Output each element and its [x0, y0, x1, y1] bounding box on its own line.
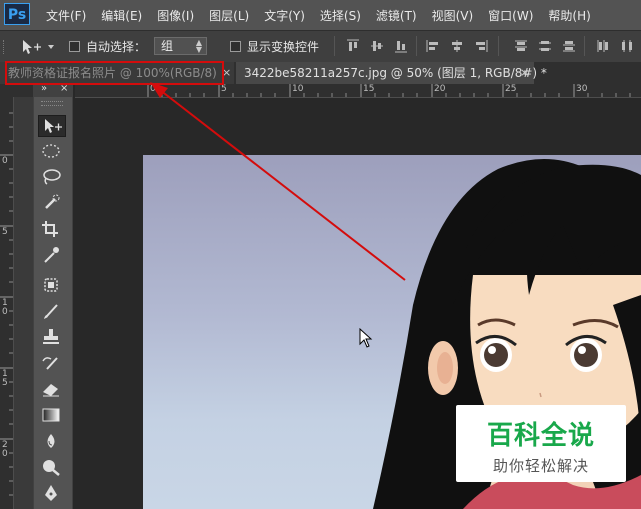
watermark-subtitle: 助你轻松解决 [492, 457, 589, 475]
menu-window[interactable]: 窗口(W) [488, 7, 533, 24]
blur-icon [47, 434, 55, 448]
auto-select-dropdown[interactable]: 组 ▲ ▼ [154, 37, 207, 55]
dodge-icon [43, 460, 60, 476]
tools-panel-header[interactable]: » × [34, 83, 72, 97]
move-tool-preset-icon[interactable] [20, 38, 44, 56]
align-left-icon[interactable] [426, 39, 440, 53]
pen-icon [45, 485, 57, 501]
tab-2-close-icon[interactable]: × [520, 66, 529, 79]
distribute-left-icon[interactable] [596, 39, 610, 53]
ruler-label: 2 0 [2, 440, 8, 459]
lasso-icon [43, 169, 61, 185]
preset-dropdown-arrow-icon[interactable] [48, 45, 54, 49]
distribute-top-icon[interactable] [514, 39, 528, 53]
move-tool-icon [45, 119, 62, 133]
distribute-vcenter-icon[interactable] [538, 39, 552, 53]
ruler-label: 1 5 [2, 369, 8, 388]
tab-label: 3422be58211a257c.jpg @ 50% (图层 1, RGB/8#… [244, 66, 547, 80]
eyedropper-tool[interactable] [38, 245, 66, 267]
lasso-tool[interactable] [38, 167, 66, 189]
ruler-label: 10 [292, 84, 304, 94]
panel-gutter [14, 97, 33, 509]
menu-file[interactable]: 文件(F) [46, 7, 86, 24]
history-brush-icon [42, 357, 58, 370]
gradient-tool[interactable] [38, 405, 66, 427]
distribute-hcenter-icon[interactable] [620, 39, 634, 53]
healing-brush-icon [44, 278, 58, 292]
eraser-icon [43, 384, 59, 397]
ruler-label: 20 [434, 84, 446, 94]
options-grip[interactable] [3, 40, 9, 54]
eraser-tool[interactable] [38, 379, 66, 401]
gradient-icon [42, 408, 60, 422]
clone-stamp-icon [43, 329, 59, 344]
move-tool[interactable] [38, 115, 66, 137]
menu-bar: Ps 文件(F) 编辑(E) 图像(I) 图层(L) 文字(Y) 选择(S) 滤… [0, 0, 641, 30]
auto-select-value: 组 [161, 39, 174, 53]
ruler-label: 15 [363, 84, 375, 94]
tools-panel: » × [33, 83, 73, 509]
marquee-tool[interactable] [38, 141, 66, 163]
separator [584, 36, 585, 56]
menu-type[interactable]: 文字(Y) [264, 7, 305, 24]
brush-icon [44, 304, 58, 319]
panel-grip[interactable] [41, 101, 63, 106]
menu-layer[interactable]: 图层(L) [209, 7, 249, 24]
quick-select-tool[interactable] [38, 193, 66, 215]
clone-stamp-tool[interactable] [38, 327, 66, 349]
align-right-icon[interactable] [474, 39, 488, 53]
ruler-label: 0 [150, 84, 156, 94]
history-brush-tool[interactable] [38, 353, 66, 375]
annotation-highlight-box [5, 61, 224, 85]
blur-tool[interactable] [38, 431, 66, 453]
ruler-label: 1 0 [2, 298, 8, 317]
distribute-bottom-icon[interactable] [562, 39, 576, 53]
mouse-cursor-icon [359, 328, 373, 348]
ruler-vertical: 0 5 1 0 1 5 2 0 [0, 97, 14, 509]
auto-select-label: 自动选择： [86, 40, 147, 54]
ruler-horizontal: 0 5 10 15 20 25 30 [75, 84, 641, 98]
ruler-horizontal-ticks [147, 84, 631, 97]
options-bar: 自动选择： 组 ▲ ▼ 显示变换控件 [0, 30, 641, 63]
photoshop-logo: Ps [4, 3, 30, 25]
menu-view[interactable]: 视图(V) [432, 7, 474, 24]
ruler-corner[interactable] [0, 84, 33, 97]
eyedropper-icon [44, 247, 59, 263]
align-vcenter-icon[interactable] [370, 39, 384, 53]
watermark-badge: 百科全说 助你轻松解决 [456, 405, 626, 482]
marquee-ellipse-icon [42, 144, 60, 158]
menu-image[interactable]: 图像(I) [157, 7, 194, 24]
separator [334, 36, 335, 56]
tab-document-2[interactable]: 3422be58211a257c.jpg @ 50% (图层 1, RGB/8#… [236, 62, 547, 84]
separator [498, 36, 499, 56]
ruler-label: 30 [576, 84, 588, 94]
ruler-label: 5 [2, 227, 8, 237]
ruler-label: 25 [505, 84, 517, 94]
menu-edit[interactable]: 编辑(E) [101, 7, 142, 24]
dropdown-updown-icon: ▲ ▼ [195, 38, 202, 54]
menu-items: 文件(F) 编辑(E) 图像(I) 图层(L) 文字(Y) 选择(S) 滤镜(T… [46, 0, 606, 30]
auto-select-checkbox[interactable] [69, 41, 80, 52]
align-bottom-icon[interactable] [394, 39, 408, 53]
crop-icon [42, 221, 58, 237]
ruler-label: 0 [2, 156, 8, 166]
menu-filter[interactable]: 滤镜(T) [376, 7, 417, 24]
crop-tool[interactable] [38, 219, 66, 241]
ruler-label: 5 [221, 84, 227, 94]
quick-select-icon [45, 194, 60, 209]
menu-help[interactable]: 帮助(H) [548, 7, 590, 24]
align-hcenter-icon[interactable] [450, 39, 464, 53]
healing-brush-tool[interactable] [38, 275, 66, 297]
align-top-icon[interactable] [346, 39, 360, 53]
pen-tool[interactable] [38, 483, 66, 505]
menu-select[interactable]: 选择(S) [320, 7, 361, 24]
show-transform-checkbox[interactable] [230, 41, 241, 52]
brush-tool[interactable] [38, 301, 66, 323]
watermark-title: 百科全说 [486, 421, 595, 451]
separator [416, 36, 417, 56]
dodge-tool[interactable] [38, 457, 66, 479]
show-transform-label: 显示变换控件 [247, 40, 320, 54]
